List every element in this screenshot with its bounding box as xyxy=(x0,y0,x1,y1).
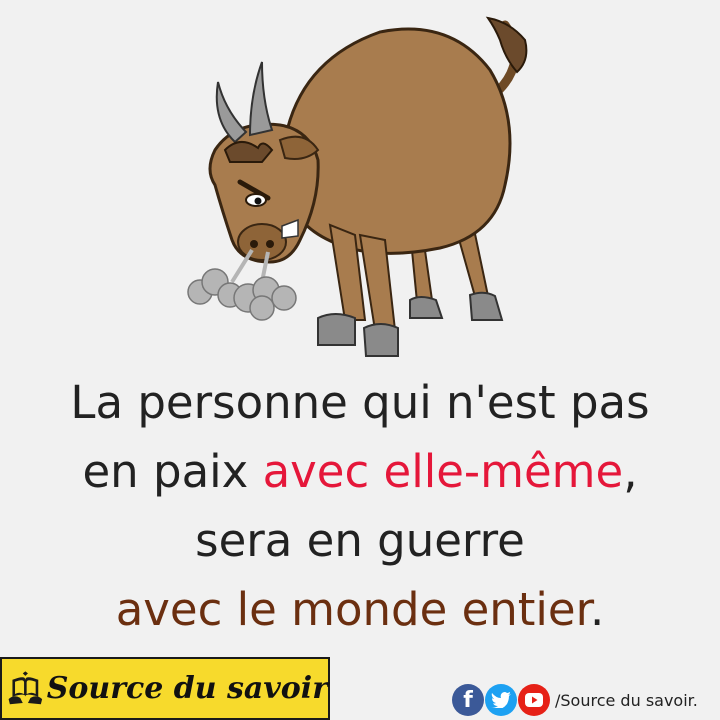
brand-name: Source du savoir xyxy=(46,671,328,706)
quote-highlight-red: avec elle-même xyxy=(262,445,624,498)
quote-text: La personne qui n'est pas en paix avec e… xyxy=(0,368,720,644)
quote-line-4-end: . xyxy=(589,583,605,636)
youtube-icon[interactable] xyxy=(518,684,550,716)
brand-banner: Source du savoir xyxy=(0,657,330,720)
quote-line-2-end: , xyxy=(623,445,638,498)
social-links: f /Source du savoir. xyxy=(452,683,698,717)
twitter-icon[interactable] xyxy=(485,684,517,716)
angry-bull-illustration xyxy=(187,16,528,357)
quote-line-2: en paix avec elle-même, xyxy=(0,437,720,506)
facebook-icon[interactable]: f xyxy=(452,684,484,716)
quote-line-1: La personne qui n'est pas xyxy=(70,376,650,429)
book-with-hands-icon xyxy=(8,671,43,705)
social-handle: /Source du savoir. xyxy=(555,690,698,710)
quote-highlight-brown: avec le monde entier xyxy=(115,583,590,636)
quote-line-3: sera en guerre xyxy=(195,514,525,567)
quote-line-4: avec le monde entier. xyxy=(0,575,720,644)
quote-line-2-start: en paix xyxy=(82,445,263,498)
